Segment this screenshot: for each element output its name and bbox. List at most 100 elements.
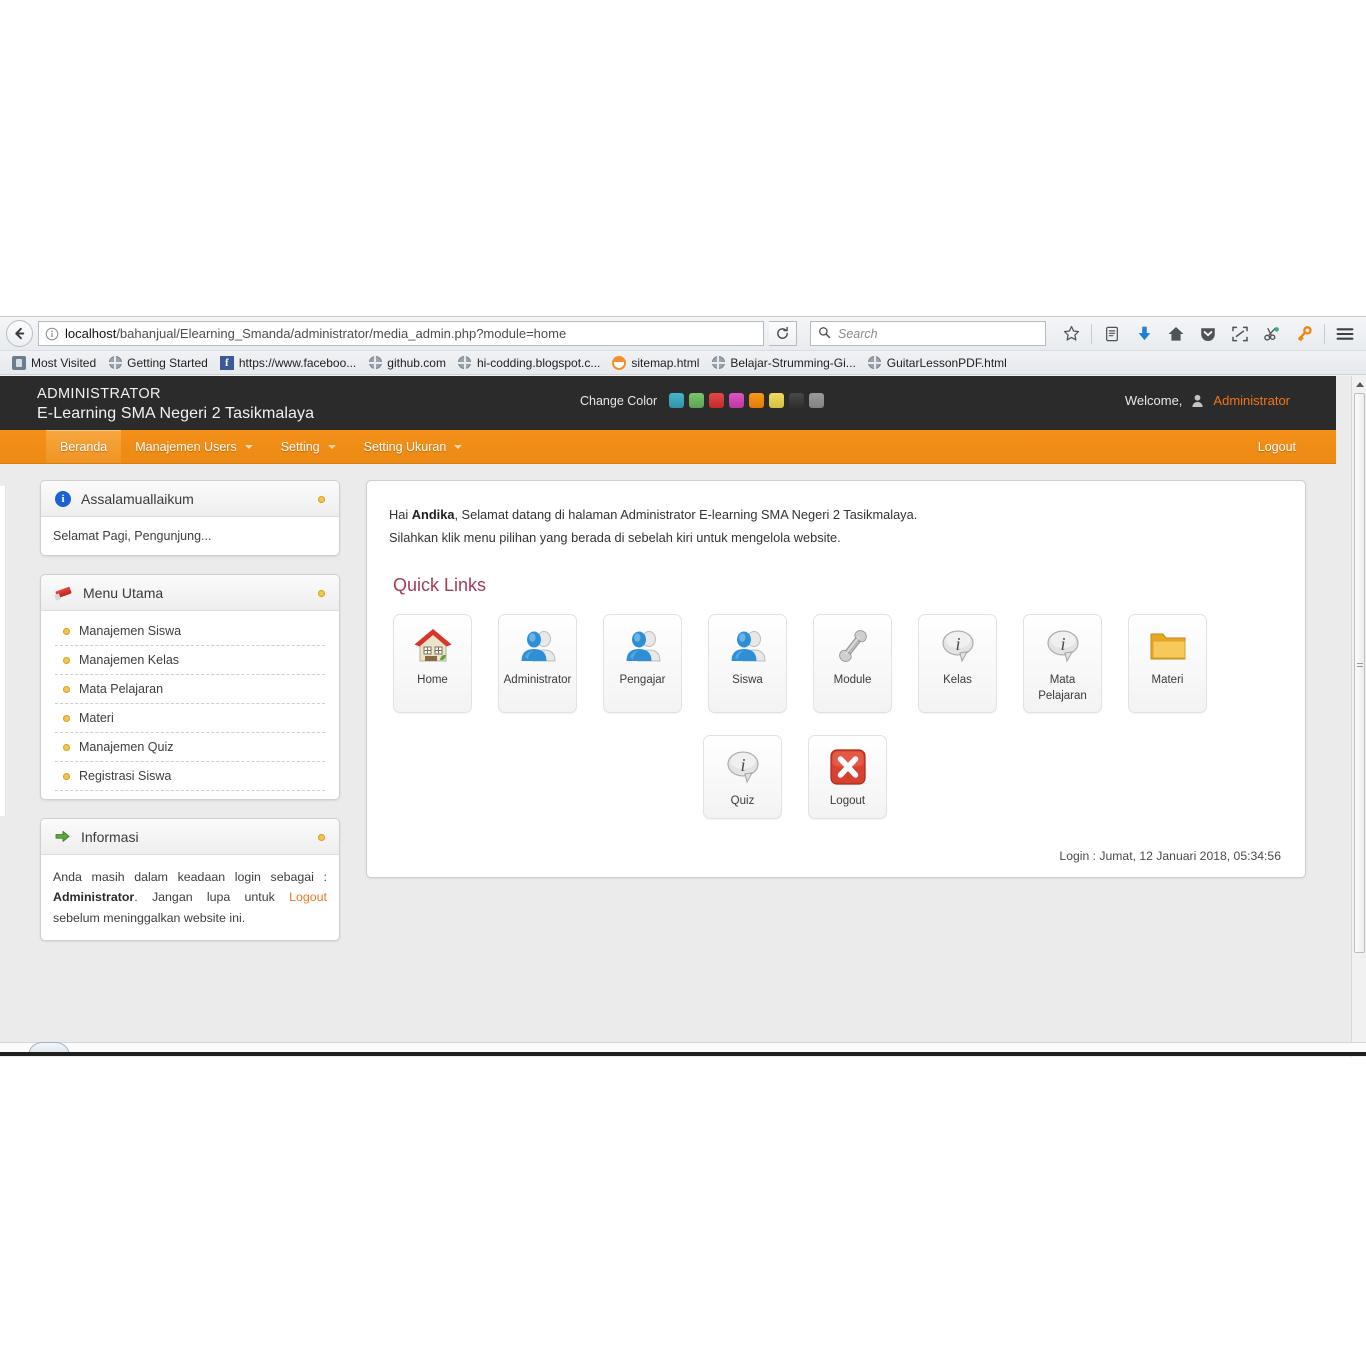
web-page: ADMINISTRATOR E-Learning SMA Negeri 2 Ta… [0,376,1336,1057]
users-icon [622,625,664,667]
quick-link-siswa[interactable]: Siswa [708,614,787,714]
info-bubble-icon: i [722,746,764,788]
bookmark-hi-codding[interactable]: hi-codding.blogspot.c... [454,356,608,370]
welcome-block: Welcome, Administrator [1125,393,1290,408]
quick-link-logout[interactable]: Logout [808,735,887,819]
panel-header: Informasi [41,819,339,855]
user-icon [1191,394,1204,408]
share-scissors-icon[interactable] [1257,320,1287,348]
welcome-label: Welcome, [1124,393,1183,408]
swatch-teal[interactable] [669,393,685,408]
menu-utama-list: Manajemen Siswa Manajemen Kelas Mata Pel… [51,617,329,791]
sidebar-item-label: Manajemen Kelas [79,653,180,667]
quick-link-kelas[interactable]: i Kelas [918,614,997,714]
dashboard-card: Hai Andika, Selamat datang di halaman Ad… [366,480,1306,878]
sidebar-item-manajemen-siswa[interactable]: Manajemen Siswa [55,617,325,646]
bookmark-belajar-strumming[interactable]: Belajar-Strumming-Gi... [707,356,863,370]
bookmark-facebook[interactable]: f https://www.faceboo... [216,355,364,370]
nav-logout-link[interactable]: Logout [1258,430,1296,464]
orange-doc-icon [612,355,627,370]
sidebar-item-label: Manajemen Siswa [79,624,182,638]
bookmark-label: GuitarLessonPDF.html [886,355,1007,370]
collapse-dot-icon[interactable] [318,590,325,597]
bookmark-github[interactable]: github.com [364,356,454,370]
collapse-dot-icon[interactable] [318,834,325,841]
chevron-down-icon [454,444,463,449]
quick-link-module[interactable]: Module [813,614,892,714]
swatch-green[interactable] [689,393,705,408]
address-bar[interactable]: localhost/bahanjual/Elearning_Smanda/adm… [38,321,764,346]
greeting-visitor-text: Selamat Pagi, Pengunjung... [53,529,212,543]
reload-button[interactable] [769,321,797,346]
panel-title: Assalamuallaikum [81,490,194,507]
scroll-up-icon[interactable] [1352,376,1366,392]
info-user-bold: Administrator [53,890,135,905]
search-input[interactable]: Search [810,321,1046,346]
back-button[interactable] [6,320,33,347]
panel-header: i Assalamuallaikum [41,481,339,517]
quick-link-administrator[interactable]: Administrator [498,614,577,714]
nav-item-setting[interactable]: Setting [267,430,350,463]
nav-item-setting-ukuran[interactable]: Setting Ukuran [350,430,477,463]
bookmark-guitarlessonpdf[interactable]: GuitarLessonPDF.html [864,356,1015,370]
key-icon[interactable] [1289,320,1319,348]
scrollbar-thumb[interactable] [1354,393,1365,953]
swatch-orange[interactable] [749,393,765,408]
collapse-dot-icon[interactable] [318,496,325,503]
info-bubble-icon: i [1042,625,1084,667]
identity-info-icon[interactable] [45,327,59,341]
screenshot-icon[interactable] [1225,320,1255,348]
site-brand: ADMINISTRATOR E-Learning SMA Negeri 2 Ta… [37,385,314,425]
bookmark-sitemap[interactable]: sitemap.html [608,355,707,370]
sidebar-item-manajemen-kelas[interactable]: Manajemen Kelas [55,646,325,675]
info-line-1: Anda masih dalam keadaan login sebagai : [53,870,327,884]
swatch-red[interactable] [709,393,725,408]
bookmark-label: Most Visited [31,355,97,370]
folder-icon [1147,625,1189,667]
nav-item-manajemen-users[interactable]: Manajemen Users [121,430,266,463]
info-bubble-icon: i [937,625,979,667]
tile-label: Module [833,674,872,687]
swatch-yellow[interactable] [769,393,785,408]
vertical-scrollbar[interactable] [1351,376,1366,1057]
sidebar: i Assalamuallaikum Selamat Pagi, Pengunj… [0,480,340,959]
library-icon[interactable] [1097,320,1127,348]
bookmark-label: sitemap.html [631,355,700,370]
hamburger-menu-icon[interactable] [1330,320,1360,348]
bookmark-star-icon[interactable] [1056,320,1086,348]
bookmarks-bar: Most Visited Getting Started f https://w… [0,351,1366,375]
quick-link-home[interactable]: Home [393,614,472,714]
swatch-magenta[interactable] [729,393,745,408]
quick-link-materi[interactable]: Materi [1128,614,1207,714]
current-user-name[interactable]: Administrator [1213,393,1290,408]
nav-item-beranda[interactable]: Beranda [46,430,122,463]
brand-line-1: ADMINISTRATOR [37,386,161,402]
bookmark-getting-started[interactable]: Getting Started [104,356,216,370]
swatch-dark[interactable] [789,393,805,408]
quick-link-quiz[interactable]: i Quiz [703,735,782,819]
toolbar-divider-2 [1324,323,1325,344]
bookmark-most-visited[interactable]: Most Visited [8,355,104,370]
greeting-line-1: Hai Andika, Selamat datang di halaman Ad… [389,503,1281,526]
browser-tool-icons [1056,320,1360,348]
sidebar-item-registrasi-siswa[interactable]: Registrasi Siswa [55,762,325,791]
bookmark-label: Belajar-Strumming-Gi... [730,355,856,370]
sidebar-item-manajemen-quiz[interactable]: Manajemen Quiz [55,733,325,762]
facebook-icon: f [219,355,234,370]
red-x-icon [827,746,869,788]
greeting-suffix: , Selamat datang di halaman Administrato… [454,507,918,522]
sidebar-item-label: Manajemen Quiz [79,740,174,754]
quick-link-pengajar[interactable]: Pengajar [603,614,682,714]
home-icon[interactable] [1161,320,1191,348]
search-icon [818,326,831,342]
sidebar-item-materi[interactable]: Materi [55,704,325,733]
sidebar-item-mata-pelajaran[interactable]: Mata Pelajaran [55,675,325,704]
downloads-icon[interactable] [1129,320,1159,348]
nav-label: Setting [280,439,320,454]
svg-text:i: i [955,634,960,654]
quick-link-mata-pelajaran[interactable]: i Mata Pelajaran [1023,614,1102,714]
informasi-logout-link[interactable]: Logout [289,890,327,904]
swatch-gray[interactable] [809,393,825,408]
bookmark-label: https://www.faceboo... [238,355,357,370]
pocket-icon[interactable] [1193,320,1223,348]
